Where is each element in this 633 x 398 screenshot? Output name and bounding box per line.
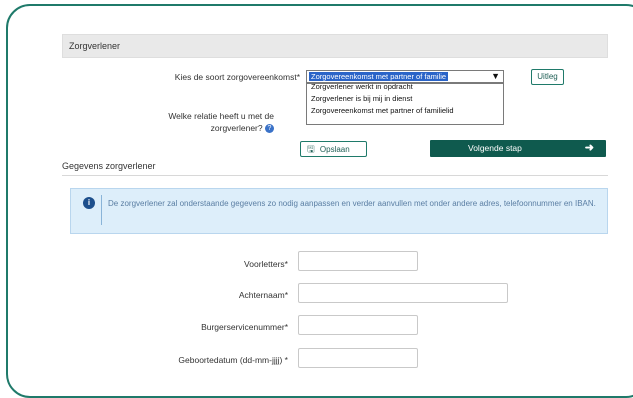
info-text: De zorgverlener zal onderstaande gegeven… (108, 199, 596, 208)
info-box: i De zorgverlener zal onderstaande gegev… (70, 188, 608, 234)
dob-label: Geboortedatum (dd-mm-jjjj) * (178, 355, 288, 365)
arrow-right-icon: ➜ (584, 142, 594, 154)
question-circle-icon[interactable]: ? (265, 124, 274, 134)
bsn-label: Burgerservicenummer* (201, 322, 288, 332)
chevron-down-icon[interactable]: ▼ (491, 71, 500, 82)
initials-input[interactable] (298, 251, 418, 271)
uitleg-button[interactable]: Uitleg (531, 69, 564, 85)
dropdown-option[interactable]: Zorgverlener werkt in opdracht (311, 84, 413, 91)
lastname-label: Achternaam* (238, 290, 288, 300)
contract-type-select[interactable]: Zorgovereenkomst met partner of familie … (306, 70, 504, 83)
floppy-disk-icon: 🖫 (307, 144, 315, 154)
relation-label: Welke relatie heeft u met de zorgverlene… (100, 110, 274, 134)
info-icon: i (83, 197, 95, 209)
contract-type-label: Kies de soort zorgovereenkomst* (174, 72, 300, 82)
contract-type-selected: Zorgovereenkomst met partner of familie (309, 72, 449, 81)
lastname-input[interactable] (298, 283, 508, 303)
contract-type-dropdown[interactable]: Zorgverlener werkt in opdracht Zorgverle… (306, 83, 504, 125)
relation-label-line1: Welke relatie heeft u met de (168, 111, 274, 121)
details-heading: Gegevens zorgverlener (62, 161, 156, 171)
dropdown-option[interactable]: Zorgovereenkomst met partner of familiel… (311, 106, 454, 115)
dob-input[interactable] (298, 348, 418, 368)
section-header: Zorgverlener (62, 34, 608, 58)
bsn-input[interactable] (298, 315, 418, 335)
save-button[interactable]: 🖫 Opslaan (300, 141, 367, 157)
dropdown-option[interactable]: Zorgverlener is bij mij in dienst (311, 94, 412, 103)
divider (62, 175, 608, 176)
save-label: Opslaan (319, 145, 350, 154)
relation-label-line2: zorgverlener? (210, 123, 263, 133)
next-step-label: Volgende stap (468, 143, 522, 153)
info-separator (101, 195, 102, 225)
initials-label: Voorletters* (244, 259, 288, 269)
next-step-button[interactable]: Volgende stap ➜ (430, 140, 606, 157)
section-title: Zorgverlener (69, 41, 121, 51)
uitleg-label: Uitleg (537, 72, 558, 81)
